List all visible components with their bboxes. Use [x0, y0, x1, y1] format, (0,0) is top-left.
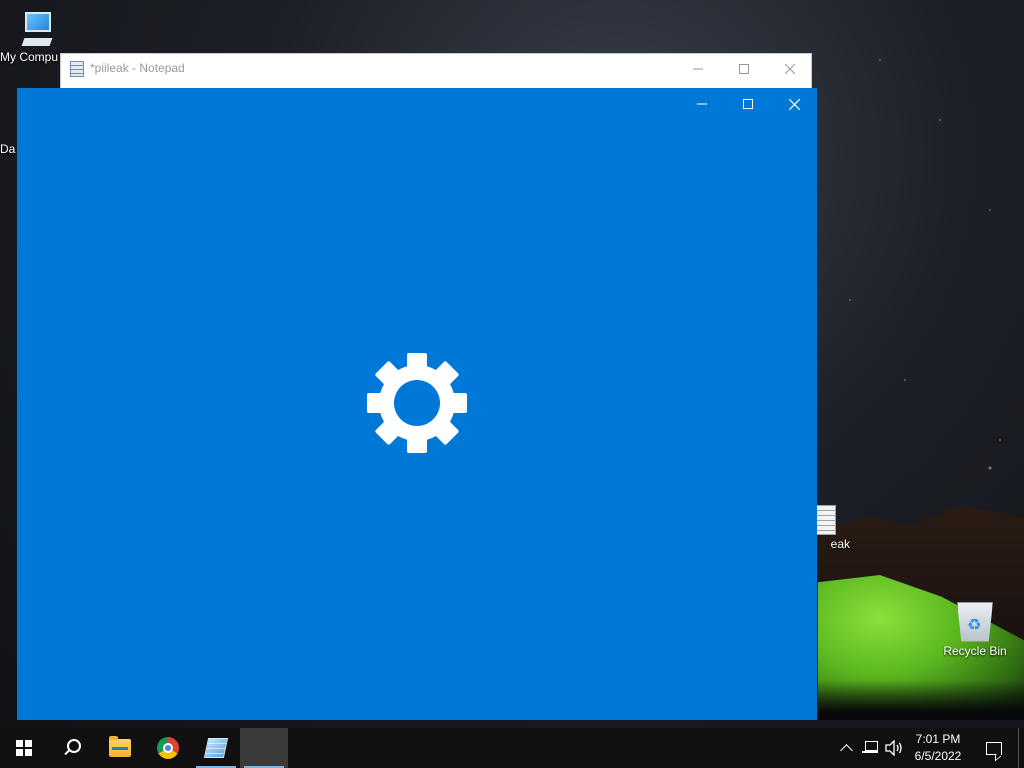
gear-icon [367, 353, 467, 453]
close-button[interactable] [767, 54, 813, 84]
close-icon [785, 64, 795, 74]
notepad-window[interactable]: *piileak - Notepad [60, 53, 812, 89]
show-hidden-icons-button[interactable] [834, 728, 858, 768]
taskbar-notepad[interactable] [192, 728, 240, 768]
system-tray: 7:01 PM 6/5/2022 [834, 728, 1024, 768]
minimize-button[interactable] [679, 88, 725, 120]
maximize-button[interactable] [721, 54, 767, 84]
close-button[interactable] [771, 88, 817, 120]
taskbar-file-explorer[interactable] [96, 728, 144, 768]
folder-icon [109, 736, 131, 757]
chrome-icon [157, 737, 179, 759]
clock-time: 7:01 PM [915, 732, 961, 746]
show-desktop-button[interactable] [1018, 728, 1024, 768]
search-button[interactable] [48, 728, 96, 768]
desktop-icon-label: Recycle Bin [943, 644, 1007, 658]
desktop-icon-label: Da [0, 142, 16, 156]
settings-window[interactable] [17, 88, 817, 720]
maximize-icon [743, 99, 753, 109]
maximize-button[interactable] [725, 88, 771, 120]
maximize-icon [739, 64, 749, 74]
wallpaper-grass [818, 680, 1024, 720]
clock-date: 6/5/2022 [914, 749, 962, 763]
action-center-button[interactable] [970, 728, 1018, 768]
windows-logo-icon [16, 740, 32, 756]
clock[interactable]: 7:01 PM 6/5/2022 [906, 728, 970, 768]
text-file-icon [814, 505, 836, 535]
taskbar: 7:01 PM 6/5/2022 [0, 728, 1024, 768]
search-icon [63, 739, 81, 757]
recycle-bin-icon: ♻ [957, 602, 993, 642]
desktop-icon-partial[interactable]: Da [0, 140, 18, 156]
volume-button[interactable] [882, 728, 906, 768]
taskbar-settings[interactable] [240, 728, 288, 768]
minimize-icon [697, 103, 707, 105]
network-button[interactable] [858, 728, 882, 768]
window-title: *piileak - Notepad [90, 61, 185, 75]
minimize-button[interactable] [675, 54, 721, 84]
start-button[interactable] [0, 728, 48, 768]
taskbar-chrome[interactable] [144, 728, 192, 768]
notepad-icon [203, 738, 229, 758]
chevron-up-icon [839, 744, 853, 757]
speaker-icon [885, 740, 902, 756]
network-icon [862, 741, 878, 755]
close-icon [788, 98, 800, 110]
computer-icon [19, 8, 55, 48]
notepad-icon [70, 61, 84, 77]
notification-icon [986, 741, 1002, 755]
minimize-icon [693, 68, 703, 70]
desktop-icon-recycle-bin[interactable]: ♻ Recycle Bin [940, 602, 1010, 658]
